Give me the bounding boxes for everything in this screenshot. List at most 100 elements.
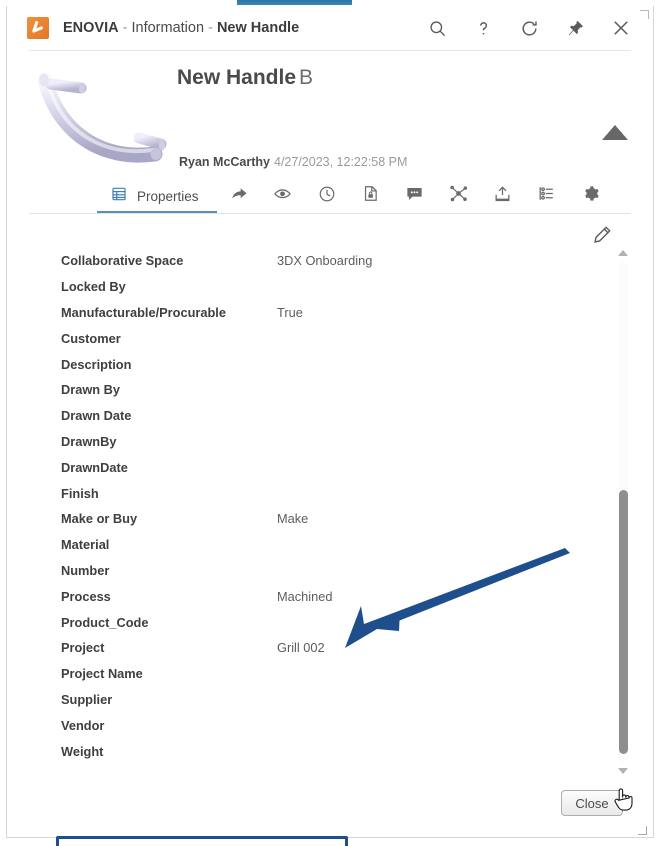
property-label: DrawnBy <box>61 433 117 449</box>
property-label: Number <box>61 562 110 578</box>
checklist-icon <box>537 184 556 208</box>
tab-checklist[interactable] <box>525 178 569 214</box>
property-label: Project Name <box>61 666 143 682</box>
property-row[interactable]: Manufacturable/Procurable True <box>29 300 599 326</box>
handle-3d-thumbnail <box>37 72 167 163</box>
share-arrow-icon <box>230 185 248 208</box>
properties-list: Collaborative Space 3DX Onboarding Locked … <box>29 248 599 776</box>
resize-grip-icon[interactable] <box>638 826 647 835</box>
property-label: Collaborative Space <box>61 253 184 269</box>
object-meta: Ryan McCarthy 4/27/2023, 12:22:58 PM <box>179 155 407 169</box>
property-label: Locked By <box>61 279 126 295</box>
titlebar-actions <box>425 16 633 40</box>
property-row[interactable]: Project Grill 002 <box>29 635 599 661</box>
eye-icon <box>273 184 292 208</box>
clock-history-icon <box>318 185 336 208</box>
tab-watch[interactable] <box>261 178 305 214</box>
pencil-edit-icon[interactable] <box>591 224 613 246</box>
property-label: Drawn Date <box>61 408 132 424</box>
tab-strip: Properties <box>29 178 631 214</box>
tab-history[interactable] <box>305 178 349 214</box>
tab-properties[interactable]: Properties <box>97 178 217 214</box>
enovia-logo-icon <box>27 17 49 39</box>
property-value: 3DX Onboarding <box>277 253 373 269</box>
property-row[interactable]: Customer <box>29 325 599 351</box>
property-label: Manufacturable/Procurable <box>61 304 226 320</box>
grid-table-icon <box>111 186 127 207</box>
property-value: Make <box>277 511 309 527</box>
property-value: Grill 002 <box>277 640 325 656</box>
title-separator-1: - <box>122 20 128 36</box>
pin-icon[interactable] <box>563 16 587 40</box>
browser-tab-sliver[interactable] <box>237 0 352 5</box>
properties-panel: Collaborative Space 3DX Onboarding Locked … <box>29 214 631 846</box>
tab-upload[interactable] <box>481 178 525 214</box>
object-revision: B <box>299 66 314 89</box>
window-title-object: New Handle <box>216 20 300 36</box>
tab-documents[interactable] <box>349 178 393 214</box>
property-row[interactable]: Supplier <box>29 687 599 713</box>
corner-mark-top-right <box>640 10 649 19</box>
property-label: Product_Code <box>61 614 149 630</box>
property-label: DrawnDate <box>61 459 128 475</box>
close-icon[interactable] <box>609 16 633 40</box>
property-row[interactable]: Project Name <box>29 661 599 687</box>
comment-icon <box>405 184 424 208</box>
property-value: Machined <box>277 588 333 604</box>
property-value: True <box>277 304 303 320</box>
highlight-box-project <box>56 836 348 846</box>
search-icon[interactable] <box>425 16 449 40</box>
window-title-section: Information <box>131 20 205 36</box>
property-row[interactable]: Product_Code <box>29 609 599 635</box>
title-separator-2: - <box>208 20 213 36</box>
upload-icon <box>493 184 512 208</box>
titlebar-divider <box>29 50 631 51</box>
property-label: Project <box>61 640 105 656</box>
property-label: Drawn By <box>61 382 121 398</box>
property-row[interactable]: Finish <box>29 480 599 506</box>
tab-comments[interactable] <box>393 178 437 214</box>
property-row[interactable]: Vendor <box>29 712 599 738</box>
property-row[interactable]: Collaborative Space 3DX Onboarding <box>29 248 599 274</box>
properties-scrollbar[interactable] <box>615 248 631 776</box>
property-row[interactable]: DrawnBy <box>29 429 599 455</box>
property-row[interactable]: DrawnDate <box>29 454 599 480</box>
property-label: Weight <box>61 743 104 759</box>
property-row[interactable]: Make or Buy Make <box>29 506 599 532</box>
property-row[interactable]: Process Machined <box>29 583 599 609</box>
tab-share[interactable] <box>217 178 261 214</box>
scroll-up-arrow-icon[interactable] <box>618 250 628 256</box>
property-label: Material <box>61 537 110 553</box>
triangle-up-icon[interactable] <box>602 125 628 140</box>
scrollbar-thumb[interactable] <box>619 490 628 754</box>
property-label: Customer <box>61 330 121 346</box>
property-label: Vendor <box>61 717 105 733</box>
dialog-footer: Close <box>29 784 631 828</box>
object-name: New Handle <box>177 66 297 89</box>
property-label: Process <box>61 588 111 604</box>
object-header: New Handle B Ryan McCarthy 4/27/2023, 12:2… <box>7 52 653 176</box>
property-row[interactable]: Locked By <box>29 274 599 300</box>
screen-root: ENOVIA - Information - New Handle New Ha… <box>0 0 660 846</box>
property-row[interactable]: Drawn Date <box>29 403 599 429</box>
object-owner: Ryan McCarthy <box>179 155 270 169</box>
property-label: Finish <box>61 485 99 501</box>
window-title: ENOVIA - Information - New Handle <box>63 20 299 36</box>
object-timestamp: 4/27/2023, 12:22:58 PM <box>274 155 408 169</box>
refresh-icon[interactable] <box>517 16 541 40</box>
property-row[interactable]: Material <box>29 532 599 558</box>
network-graph-icon <box>449 184 468 208</box>
tab-relations[interactable] <box>437 178 481 214</box>
help-icon[interactable] <box>471 16 495 40</box>
property-row[interactable]: Number <box>29 558 599 584</box>
property-row[interactable]: Description <box>29 351 599 377</box>
property-label: Make or Buy <box>61 511 138 527</box>
tab-settings[interactable] <box>569 178 613 214</box>
window-title-app: ENOVIA <box>63 20 119 36</box>
scroll-down-arrow-icon[interactable] <box>618 768 628 774</box>
property-row[interactable]: Weight <box>29 738 599 764</box>
gear-icon <box>581 184 600 208</box>
document-lock-icon <box>362 185 379 207</box>
property-row[interactable]: Drawn By <box>29 377 599 403</box>
tab-properties-label: Properties <box>137 188 199 204</box>
